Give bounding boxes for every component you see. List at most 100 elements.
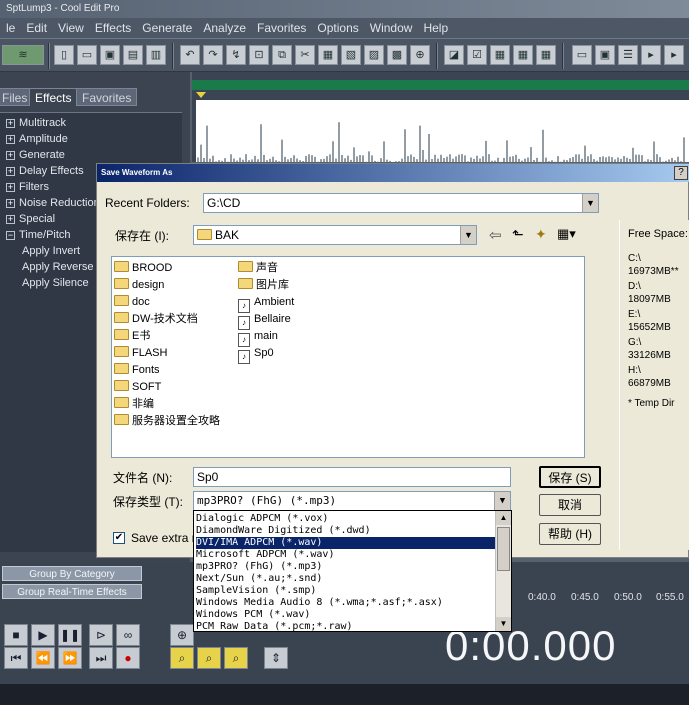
save-extra-checkbox[interactable]: ✔ <box>113 532 125 544</box>
back-arrow-icon[interactable]: ⇦ <box>489 226 502 244</box>
zoom-left-icon[interactable]: ⌕ <box>197 647 221 669</box>
dropdown-option-selected[interactable]: DVI/IMA ADPCM (*.wav) <box>196 537 496 549</box>
new-file-icon[interactable]: ▯ <box>54 45 74 65</box>
list-item[interactable]: 图片库 <box>238 277 289 293</box>
help-button[interactable]: 帮助 (H) <box>539 523 601 545</box>
cancel-button[interactable]: 取消 <box>539 494 601 516</box>
tree-item-noise-reduction[interactable]: + Noise Reduction <box>6 195 100 211</box>
expand-icon[interactable]: + <box>6 119 15 128</box>
tree-item-generate[interactable]: + Generate <box>6 147 65 163</box>
file-type-dropdown[interactable]: Dialogic ADPCM (*.vox) DiamondWare Digit… <box>193 510 512 632</box>
paste-icon[interactable]: ▦ <box>318 45 338 65</box>
list-item[interactable]: DW-技术文档 <box>114 311 198 327</box>
rewind-icon[interactable]: ⏪ <box>31 647 55 669</box>
group-realtime-button[interactable]: Group Real-Time Effects <box>2 584 142 599</box>
scroll-up-icon[interactable]: ▲ <box>496 511 511 525</box>
trim-icon[interactable]: ⊡ <box>249 45 269 65</box>
record-icon[interactable]: ● <box>116 647 140 669</box>
view-list-icon[interactable]: ☰ <box>618 45 638 65</box>
menu-help[interactable]: Help <box>417 21 453 35</box>
loop-icon[interactable]: ∞ <box>116 624 140 646</box>
grid-third-icon[interactable]: ▦ <box>536 45 556 65</box>
list-item[interactable]: SOFT <box>114 379 161 395</box>
tree-item-filters[interactable]: + Filters <box>6 179 49 195</box>
dropdown-scrollbar[interactable]: ▲ ▼ <box>495 511 511 631</box>
menu-analyze[interactable]: Analyze <box>197 21 251 35</box>
zoom-in-icon[interactable]: ⊕ <box>170 624 194 646</box>
tree-item-multitrack[interactable]: + Multitrack <box>6 115 66 131</box>
expand-icon[interactable]: + <box>6 151 15 160</box>
recent-folders-combo[interactable]: G:\CD ▼ <box>203 193 599 213</box>
save-in-combo[interactable]: BAK ▼ <box>193 225 477 245</box>
open-folder-icon[interactable]: ▭ <box>77 45 97 65</box>
zoom-select-icon[interactable]: ⊕ <box>410 45 430 65</box>
save-all-icon[interactable]: ▥ <box>146 45 166 65</box>
menu-view[interactable]: View <box>52 21 89 35</box>
tree-item-amplitude[interactable]: + Amplitude <box>6 131 68 147</box>
pause-icon[interactable]: ❚❚ <box>58 624 82 646</box>
cut-icon[interactable]: ✂ <box>295 45 315 65</box>
list-item[interactable]: FLASH <box>114 345 167 361</box>
expand-icon[interactable]: + <box>6 215 15 224</box>
scroll-down-icon[interactable]: ▼ <box>496 617 511 631</box>
menu-generate[interactable]: Generate <box>136 21 197 35</box>
tree-item-special[interactable]: + Special <box>6 211 55 227</box>
list-item[interactable]: Fonts <box>114 362 160 378</box>
save-copy-icon[interactable]: ▤ <box>123 45 143 65</box>
view-menu-icon[interactable]: ▦▾ <box>557 226 576 242</box>
file-name-input[interactable]: Sp0 <box>193 467 511 487</box>
expand-icon[interactable]: + <box>6 135 15 144</box>
list-item[interactable]: 非编 <box>114 396 154 412</box>
dropdown-option[interactable]: Windows PCM (*.wav) <box>196 609 496 621</box>
mix-paste-icon[interactable]: ▨ <box>364 45 384 65</box>
extra-view-icon[interactable]: ▸ <box>664 45 684 65</box>
go-to-start-icon[interactable]: ⏮ <box>4 647 28 669</box>
play-view-icon[interactable]: ▸ <box>641 45 661 65</box>
play-to-end-icon[interactable]: ⊳ <box>89 624 113 646</box>
dropdown-option[interactable]: PCM Raw Data (*.pcm;*.raw) <box>196 621 496 633</box>
dropdown-option[interactable]: SampleVision (*.smp) <box>196 585 496 597</box>
repeat-icon[interactable]: ↯ <box>226 45 246 65</box>
menu-edit[interactable]: Edit <box>20 21 52 35</box>
scroll-thumb[interactable] <box>497 527 510 571</box>
file-list[interactable]: BROOD design doc DW-技术文档 E书 FLASH Fonts … <box>111 256 585 458</box>
chevron-down-icon[interactable]: ▼ <box>494 492 510 510</box>
menu-favorites[interactable]: Favorites <box>251 21 311 35</box>
copy-icon[interactable]: ⧉ <box>272 45 292 65</box>
list-item[interactable]: E书 <box>114 328 150 344</box>
zoom-full-icon[interactable]: ⌕ <box>170 647 194 669</box>
view-window-icon[interactable]: ▭ <box>572 45 592 65</box>
waveform-view-icon[interactable]: ≋ <box>2 45 44 65</box>
list-item[interactable]: 服务器设置全攻略 <box>114 413 220 429</box>
list-item[interactable]: 声音 <box>238 260 278 276</box>
list-item[interactable]: BROOD <box>114 260 172 276</box>
list-item[interactable]: doc <box>114 294 150 310</box>
menu-file[interactable]: le <box>0 21 20 35</box>
waveform-display[interactable] <box>196 100 689 162</box>
dropdown-option[interactable]: Next/Sun (*.au;*.snd) <box>196 573 496 585</box>
save-disk-icon[interactable]: ▣ <box>100 45 120 65</box>
dropdown-option[interactable]: Dialogic ADPCM (*.vox) <box>196 513 496 525</box>
fast-forward-icon[interactable]: ⏩ <box>58 647 82 669</box>
tab-effects[interactable]: Effects <box>29 88 78 106</box>
undo-icon[interactable]: ↶ <box>180 45 200 65</box>
tree-item-apply-silence[interactable]: Apply Silence <box>22 275 89 291</box>
menu-options[interactable]: Options <box>311 21 363 35</box>
grid-alt-icon[interactable]: ▦ <box>513 45 533 65</box>
playhead-marker-icon[interactable] <box>196 92 206 98</box>
play-icon[interactable]: ▶ <box>31 624 55 646</box>
go-to-end-icon[interactable]: ⏭ <box>89 647 113 669</box>
dropdown-option[interactable]: Windows Media Audio 8 (*.wma;*.asf;*.asx… <box>196 597 496 609</box>
zoom-vertical-icon[interactable]: ⇕ <box>264 647 288 669</box>
collapse-icon[interactable]: − <box>6 231 15 240</box>
paste-new-icon[interactable]: ▧ <box>341 45 361 65</box>
view-panel-icon[interactable]: ▣ <box>595 45 615 65</box>
tree-item-apply-invert[interactable]: Apply Invert <box>22 243 80 259</box>
redo-icon[interactable]: ↷ <box>203 45 223 65</box>
help-icon[interactable]: ? <box>674 166 688 180</box>
spectral-icon[interactable]: ◪ <box>444 45 464 65</box>
list-item[interactable]: ♪ Ambient <box>238 294 294 313</box>
crop-icon[interactable]: ▩ <box>387 45 407 65</box>
list-item[interactable]: ♪ main <box>238 328 278 347</box>
tree-item-time-pitch[interactable]: − Time/Pitch <box>6 227 71 243</box>
